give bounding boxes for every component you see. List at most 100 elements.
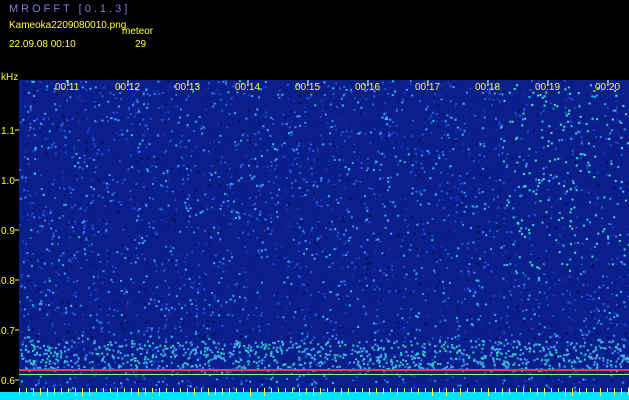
- noise-speck: [505, 352, 508, 355]
- noise-speck: [302, 144, 305, 147]
- noise-speck: [573, 386, 576, 389]
- noise-speck: [545, 211, 548, 214]
- noise-speck: [611, 227, 614, 230]
- noise-speck: [570, 361, 573, 364]
- noise-speck: [55, 267, 58, 270]
- noise-speck: [370, 337, 373, 340]
- noise-speck: [185, 366, 187, 369]
- noise-speck: [57, 273, 60, 276]
- noise-speck: [248, 344, 251, 347]
- noise-speck: [246, 307, 249, 310]
- noise-speck: [376, 315, 379, 318]
- noise-speck: [531, 264, 534, 266]
- noise-speck: [444, 341, 447, 344]
- noise-speck: [162, 351, 165, 354]
- noise-speck: [586, 349, 589, 352]
- noise-speck: [563, 125, 566, 128]
- noise-speck: [197, 291, 200, 294]
- noise-speck: [373, 193, 376, 196]
- noise-speck: [203, 288, 206, 291]
- noise-speck: [212, 321, 215, 323]
- noise-speck: [124, 288, 127, 291]
- noise-speck: [540, 283, 543, 286]
- noise-speck: [209, 223, 212, 226]
- noise-speck: [402, 98, 405, 101]
- noise-speck: [322, 143, 325, 146]
- noise-speck: [208, 82, 210, 85]
- noise-speck: [312, 193, 315, 195]
- noise-speck: [107, 190, 110, 193]
- noise-speck: [409, 278, 412, 281]
- noise-speck: [388, 131, 391, 134]
- noise-speck: [420, 366, 423, 369]
- noise-speck: [155, 355, 158, 358]
- noise-speck: [133, 185, 136, 188]
- noise-speck: [342, 356, 345, 359]
- noise-speck: [143, 288, 146, 291]
- noise-speck: [421, 167, 424, 170]
- noise-speck: [25, 341, 28, 344]
- noise-speck: [275, 380, 278, 383]
- noise-speck: [41, 359, 44, 361]
- noise-speck: [101, 327, 104, 329]
- noise-speck: [477, 362, 479, 365]
- noise-speck: [449, 85, 452, 88]
- noise-speck: [297, 152, 300, 155]
- noise-speck: [226, 370, 228, 373]
- noise-speck: [336, 354, 339, 357]
- noise-speck: [597, 232, 600, 235]
- noise-speck: [409, 377, 412, 380]
- noise-speck: [596, 363, 599, 366]
- noise-speck: [120, 314, 123, 316]
- noise-speck: [136, 101, 139, 104]
- noise-speck: [396, 98, 399, 101]
- noise-speck: [407, 332, 410, 335]
- noise-speck: [24, 375, 27, 378]
- noise-speck: [457, 312, 460, 315]
- noise-speck: [346, 173, 349, 176]
- noise-speck: [308, 335, 311, 338]
- noise-speck: [127, 378, 129, 381]
- noise-speck: [129, 198, 132, 201]
- noise-speck: [260, 193, 263, 196]
- noise-speck: [450, 190, 452, 193]
- noise-speck: [143, 358, 146, 361]
- noise-speck: [581, 139, 584, 142]
- noise-speck: [248, 138, 251, 141]
- noise-speck: [366, 268, 369, 271]
- noise-speck: [448, 291, 451, 294]
- noise-speck: [75, 218, 78, 221]
- noise-speck: [612, 334, 615, 337]
- noise-speck: [333, 159, 336, 161]
- noise-speck: [295, 287, 298, 290]
- noise-speck: [54, 331, 57, 334]
- noise-speck: [570, 125, 573, 128]
- noise-speck: [280, 335, 283, 338]
- noise-speck: [366, 284, 369, 287]
- noise-speck: [529, 348, 532, 350]
- noise-speck: [220, 122, 223, 125]
- noise-speck: [208, 133, 211, 136]
- noise-speck: [74, 351, 77, 354]
- noise-speck: [473, 287, 476, 290]
- noise-speck: [168, 220, 171, 223]
- noise-speck: [382, 320, 385, 323]
- noise-speck: [108, 174, 111, 177]
- noise-speck: [458, 344, 461, 347]
- noise-speck: [51, 122, 54, 125]
- noise-speck: [609, 387, 612, 390]
- noise-speck: [293, 158, 296, 161]
- noise-speck: [301, 381, 304, 384]
- noise-speck: [240, 335, 242, 338]
- noise-speck: [37, 300, 40, 303]
- noise-speck: [269, 222, 272, 225]
- noise-speck: [348, 167, 350, 170]
- noise-speck: [372, 357, 375, 360]
- noise-speck: [498, 154, 501, 157]
- noise-speck: [182, 354, 185, 357]
- noise-speck: [400, 307, 403, 310]
- noise-speck: [146, 262, 149, 265]
- noise-speck: [343, 93, 346, 96]
- noise-speck: [73, 187, 76, 190]
- noise-speck: [45, 205, 47, 208]
